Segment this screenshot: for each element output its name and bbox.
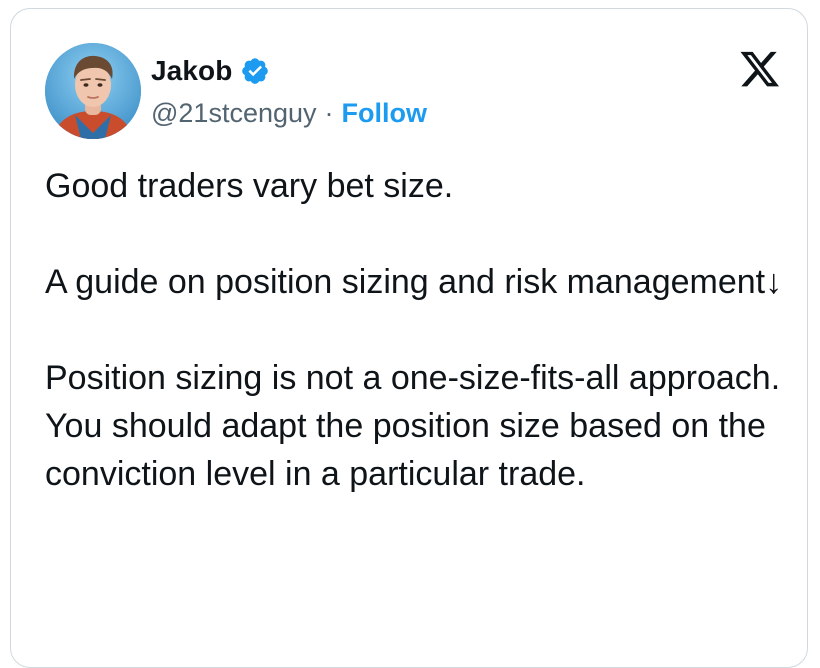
tweet-paragraph: A guide on position sizing and risk mana… — [45, 263, 783, 301]
author-handle[interactable]: @21stcenguy — [151, 95, 317, 131]
avatar-image — [45, 43, 141, 139]
author-name[interactable]: Jakob — [151, 51, 232, 91]
tweet-paragraph: Position sizing is not a one-size-fits-a… — [45, 359, 781, 493]
x-logo-icon[interactable] — [739, 51, 781, 89]
avatar[interactable] — [45, 43, 141, 139]
tweet-card[interactable]: Jakob @21stcenguy · Follow Good traders … — [10, 8, 808, 668]
separator-dot: · — [324, 98, 334, 128]
tweet-body: Good traders vary bet size. A guide on p… — [45, 162, 785, 546]
verified-badge-icon — [240, 56, 270, 86]
tweet-paragraph: Good traders vary bet size. — [45, 167, 454, 205]
author-name-row: Jakob — [151, 51, 270, 91]
follow-button[interactable]: Follow — [342, 95, 427, 131]
author-handle-row: @21stcenguy · Follow — [151, 95, 427, 131]
